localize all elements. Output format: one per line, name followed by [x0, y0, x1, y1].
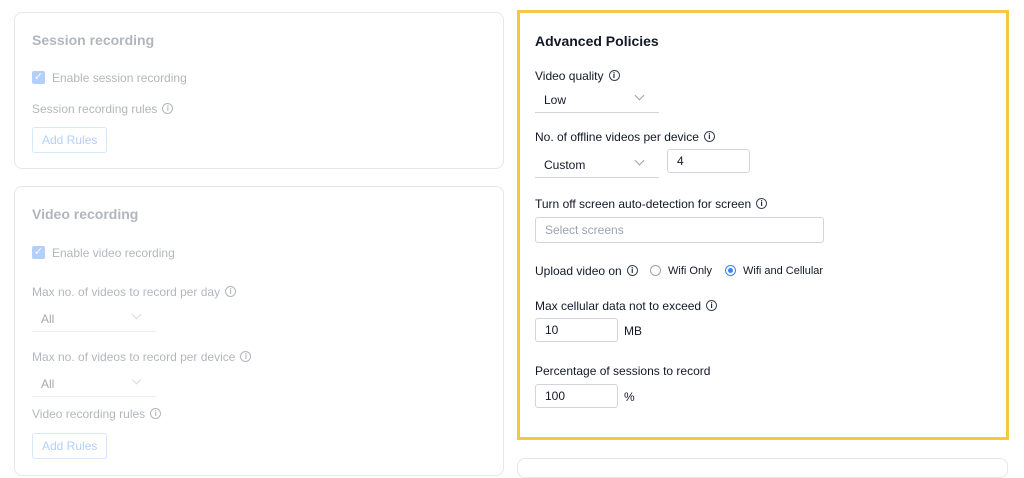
cellular-limit-label: Max cellular data not to exceed — [535, 299, 702, 313]
max-per-day-label-wrap: Max no. of videos to record per day i — [32, 285, 237, 299]
session-recording-card: Session recording ✓ Enable session recor… — [14, 12, 504, 169]
max-per-device-select[interactable]: All — [32, 370, 156, 397]
info-icon[interactable]: i — [626, 265, 638, 277]
session-recording-title: Session recording — [32, 32, 155, 48]
chevron-down-icon — [131, 374, 142, 385]
info-icon[interactable]: i — [150, 408, 162, 420]
info-icon[interactable]: i — [162, 103, 174, 115]
screen-select-placeholder: Select screens — [545, 223, 624, 237]
video-recording-card: Video recording ✓ Enable video recording… — [14, 186, 504, 476]
session-recording-rules-label: Session recording rules — [32, 102, 158, 116]
offline-videos-mode-value: Custom — [544, 158, 586, 172]
video-quality-label-wrap: Video quality i — [535, 69, 620, 83]
enable-video-recording-checkbox[interactable]: ✓ — [32, 246, 45, 259]
info-icon[interactable]: i — [608, 70, 620, 82]
screen-detection-label-wrap: Turn off screen auto-detection for scree… — [535, 197, 768, 211]
next-section-card — [517, 458, 1008, 478]
offline-videos-label: No. of offline videos per device — [535, 130, 699, 144]
video-quality-label: Video quality — [535, 69, 604, 83]
sessions-percentage-input[interactable]: 100 — [535, 384, 618, 408]
upload-wifi-only-radio[interactable] — [650, 265, 661, 276]
screen-select-input[interactable]: Select screens — [535, 217, 824, 243]
cellular-limit-input[interactable]: 10 — [535, 318, 618, 342]
max-per-day-label: Max no. of videos to record per day — [32, 285, 221, 299]
max-per-day-value: All — [41, 312, 55, 326]
enable-session-recording-label: Enable session recording — [52, 71, 187, 85]
chevron-down-icon — [634, 90, 645, 101]
video-recording-rules-label: Video recording rules — [32, 407, 146, 421]
max-per-device-value: All — [41, 377, 55, 391]
info-icon[interactable]: i — [756, 198, 768, 210]
cellular-unit: MB — [624, 324, 642, 338]
upload-label-wrap: Upload video on i — [535, 264, 638, 278]
upload-wifi-cellular-radio[interactable] — [725, 265, 736, 276]
video-quality-value: Low — [544, 93, 567, 107]
video-recording-rules-label-wrap: Video recording rules i — [32, 407, 162, 421]
check-icon: ✓ — [33, 246, 44, 258]
upload-wifi-only-label[interactable]: Wifi Only — [668, 265, 712, 277]
advanced-policies-title: Advanced Policies — [535, 33, 659, 49]
upload-video-label: Upload video on — [535, 264, 622, 278]
video-recording-title: Video recording — [32, 206, 139, 222]
info-icon[interactable]: i — [703, 131, 715, 143]
offline-videos-label-wrap: No. of offline videos per device i — [535, 130, 715, 144]
offline-videos-count-input[interactable]: 4 — [667, 149, 750, 173]
offline-videos-mode-select[interactable]: Custom — [535, 151, 659, 178]
info-icon[interactable]: i — [240, 351, 252, 363]
enable-video-recording-label: Enable video recording — [52, 246, 175, 260]
sessions-percentage-unit: % — [624, 390, 635, 404]
video-quality-select[interactable]: Low — [535, 86, 659, 113]
info-icon[interactable]: i — [225, 286, 237, 298]
cellular-label-wrap: Max cellular data not to exceed i — [535, 299, 718, 313]
upload-wifi-cellular-label[interactable]: Wifi and Cellular — [743, 265, 823, 277]
session-recording-rules-label-wrap: Session recording rules i — [32, 102, 174, 116]
session-add-rules-button[interactable]: Add Rules — [32, 127, 108, 153]
info-icon[interactable]: i — [706, 300, 718, 312]
advanced-policies-panel: Advanced Policies Video quality i Low No.… — [517, 10, 1009, 440]
chevron-down-icon — [634, 155, 645, 166]
enable-session-recording-checkbox[interactable]: ✓ — [32, 71, 45, 84]
max-per-device-label-wrap: Max no. of videos to record per device i — [32, 350, 252, 364]
sessions-percentage-label: Percentage of sessions to record — [535, 364, 711, 378]
video-add-rules-button[interactable]: Add Rules — [32, 433, 108, 459]
chevron-down-icon — [131, 309, 142, 320]
max-per-device-label: Max no. of videos to record per device — [32, 350, 236, 364]
screen-detection-label: Turn off screen auto-detection for scree… — [535, 197, 752, 211]
check-icon: ✓ — [33, 71, 44, 83]
max-per-day-select[interactable]: All — [32, 305, 156, 332]
